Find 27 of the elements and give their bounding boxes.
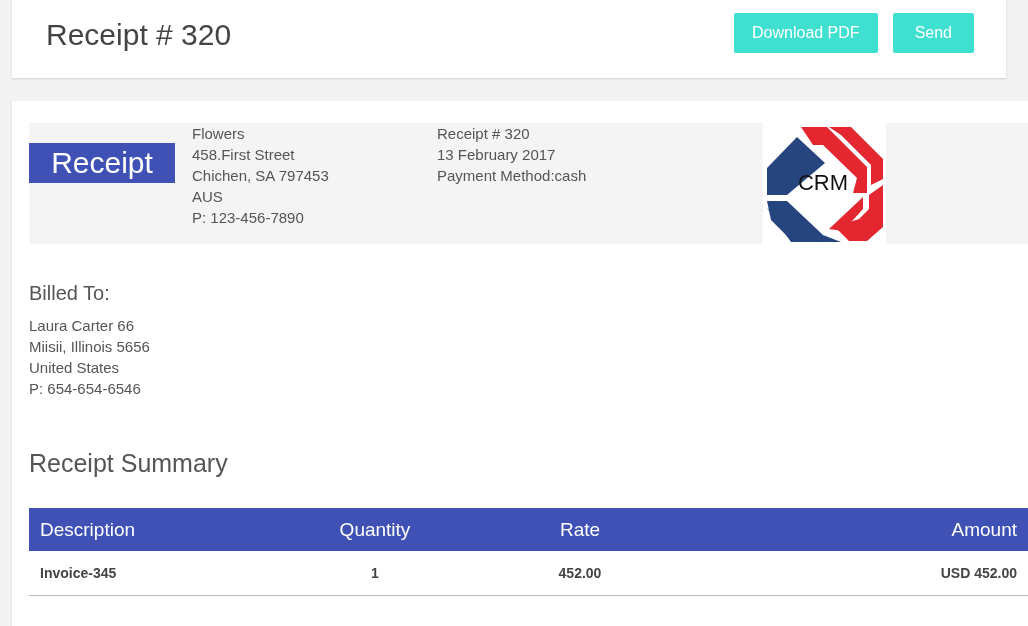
receipt-detail-line: Receipt # 320	[437, 124, 531, 144]
page-title: Receipt # 320	[46, 18, 233, 52]
column-header: Quantity	[338, 518, 412, 541]
billing-address-line: Laura Carter 66	[29, 316, 136, 336]
billed-to-heading: Billed To:	[29, 282, 111, 305]
receipt-detail-line: Payment Method:cash	[437, 166, 588, 186]
logo: CRM	[763, 123, 886, 244]
company-info-line: AUS	[192, 187, 224, 207]
column-header: Rate	[558, 518, 602, 541]
summary-heading: Receipt Summary	[29, 449, 229, 478]
table-cell-text: Invoice-345	[39, 565, 118, 581]
table-cell-text: USD 452.00	[939, 565, 1018, 581]
column-header: Description	[39, 518, 137, 541]
receipt-badge: Receipt	[29, 143, 175, 183]
download-pdf-button[interactable]: Download PDF	[734, 13, 878, 53]
billing-address-line: Miisii, Illinois 5656	[29, 337, 151, 357]
receipt-detail-line: 13 February 2017	[437, 145, 557, 165]
billing-address-line: P: 654-654-6546	[29, 379, 142, 399]
company-info-line: 458.First Street	[192, 145, 296, 165]
send-button[interactable]: Send	[892, 13, 974, 53]
billing-address-line: United States	[29, 358, 121, 378]
table-cell-text: 452.00	[557, 565, 603, 581]
company-info-line: Chichen, SA 797453	[192, 166, 330, 186]
company-info-line: P: 123-456-7890	[192, 208, 305, 228]
column-header: Amount	[950, 518, 1018, 541]
table-cell-text: 1	[370, 565, 380, 581]
company-info-line: Flowers	[192, 124, 246, 144]
